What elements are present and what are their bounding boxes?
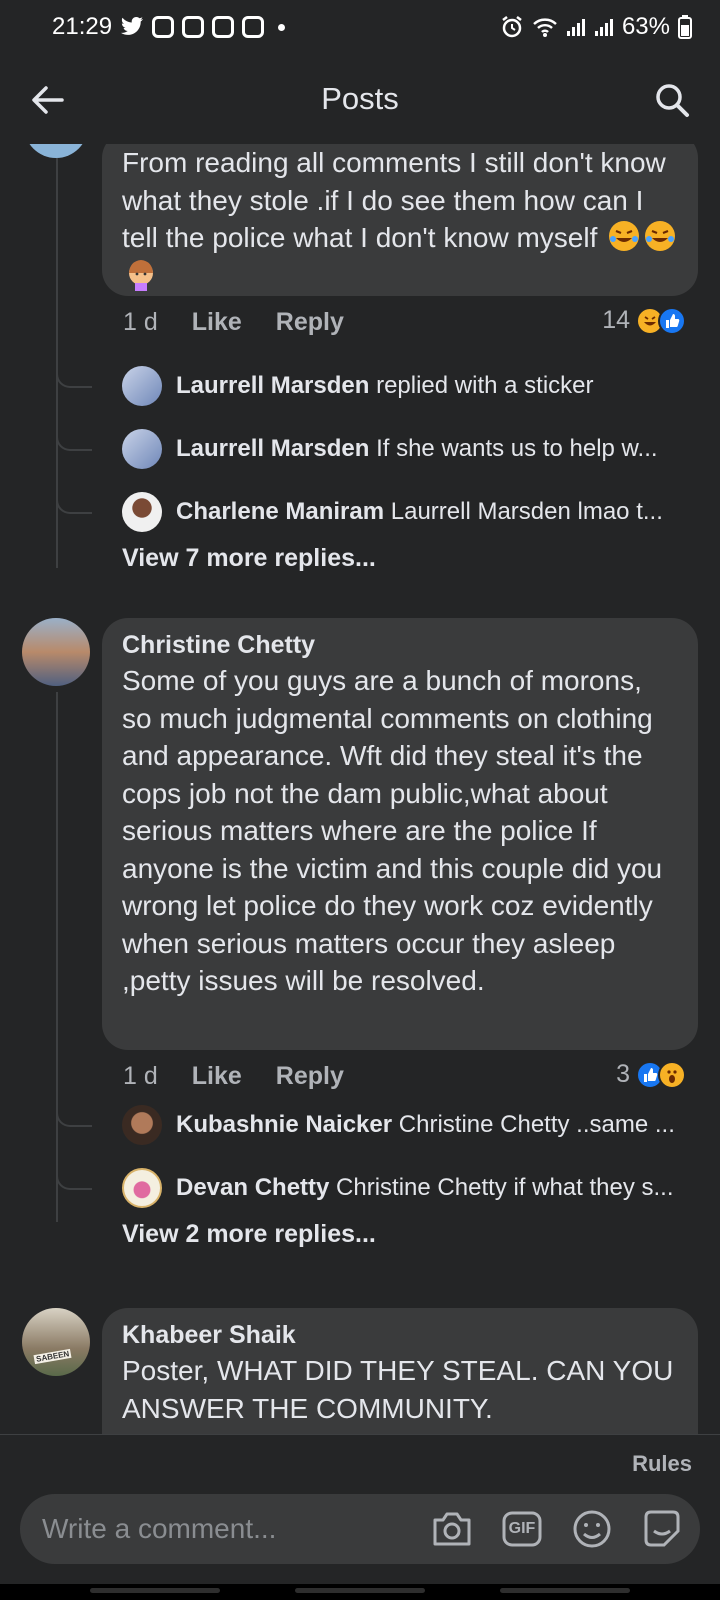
avatar-caption: SABEEN	[33, 1348, 72, 1365]
reply-text: Charlene Maniram Laurrell Marsden lmao t…	[176, 498, 663, 526]
composer-divider	[0, 1434, 720, 1435]
reply-author[interactable]: Kubashnie Naicker	[176, 1111, 392, 1138]
app-header: Posts	[0, 54, 720, 144]
reaction-summary[interactable]: 3	[616, 1060, 686, 1089]
reply-author[interactable]: Laurrell Marsden	[176, 372, 369, 399]
status-bar: 21:29 63%	[0, 0, 720, 54]
status-time: 21:29	[52, 13, 113, 40]
comment-author[interactable]: Khabeer Shaik	[122, 1318, 678, 1352]
notification-icon	[212, 16, 235, 38]
search-icon	[656, 84, 689, 117]
like-button[interactable]: Like	[192, 308, 242, 337]
reply-text: Devan Chetty Christine Chetty if what th…	[176, 1174, 674, 1202]
view-more-replies[interactable]: View 7 more replies...	[122, 544, 376, 573]
twitter-icon	[120, 17, 144, 37]
reaction-count: 3	[616, 1060, 630, 1088]
reply-snippet: Christine Chetty ..same ...	[398, 1111, 675, 1138]
comment-text: Some of you guys are a bunch of morons, …	[122, 665, 663, 996]
smiley-icon	[573, 1510, 611, 1548]
back-button[interactable]	[28, 80, 68, 120]
comment-actions: 1 d Like Reply	[123, 308, 344, 337]
comment-time: 1 d	[123, 1062, 158, 1090]
gif-button[interactable]: GIF	[498, 1505, 546, 1553]
rolling-laughing-emoji	[643, 219, 677, 253]
reply-text: Kubashnie Naicker Christine Chetty ..sam…	[176, 1111, 675, 1139]
rules-link[interactable]: Rules	[632, 1451, 692, 1477]
signal-icon	[594, 17, 614, 37]
reply-button[interactable]: Reply	[276, 308, 344, 337]
battery-percent: 63%	[621, 13, 670, 40]
battery-icon	[678, 15, 692, 39]
avatar[interactable]	[122, 366, 162, 406]
reply-snippet: replied with a sticker	[376, 372, 594, 399]
like-reaction-icon	[658, 306, 686, 335]
reply-preview[interactable]: Charlene Maniram Laurrell Marsden lmao t…	[122, 490, 692, 534]
avatar[interactable]	[122, 1105, 162, 1145]
reply-button[interactable]: Reply	[276, 1062, 344, 1091]
reply-snippet: Christine Chetty if what they s...	[336, 1174, 674, 1201]
facepalm-emoji	[124, 257, 158, 291]
reply-preview[interactable]: Devan Chetty Christine Chetty if what th…	[122, 1166, 692, 1210]
reaction-summary[interactable]: 14	[602, 306, 686, 335]
notification-icon	[242, 16, 265, 38]
alarm-icon	[500, 15, 524, 39]
comment-actions: 1 d Like Reply	[123, 1062, 344, 1091]
comment-input[interactable]	[42, 1513, 428, 1545]
thread-branch	[56, 492, 92, 514]
comment-author[interactable]: Christine Chetty	[122, 628, 678, 662]
reply-author[interactable]: Devan Chetty	[176, 1174, 329, 1201]
reply-preview[interactable]: Kubashnie Naicker Christine Chetty ..sam…	[122, 1103, 692, 1147]
reply-snippet: Laurrell Marsden lmao t...	[390, 498, 663, 525]
thread-branch	[56, 366, 92, 388]
sticker-button[interactable]	[638, 1505, 686, 1553]
camera-icon	[433, 1512, 471, 1546]
rolling-laughing-emoji	[607, 219, 641, 253]
sticker-icon	[644, 1510, 680, 1547]
wifi-icon	[532, 16, 558, 38]
page-title: Posts	[321, 81, 399, 116]
comment-text: Poster, WHAT DID THEY STEAL. CAN YOU ANS…	[122, 1355, 674, 1424]
notification-icon	[152, 16, 175, 38]
reply-snippet: If she wants us to help w...	[376, 435, 658, 462]
view-more-replies[interactable]: View 2 more replies...	[122, 1220, 376, 1249]
comment-time: 1 d	[123, 308, 158, 336]
reply-preview[interactable]: Laurrell Marsden replied with a sticker	[122, 364, 692, 408]
comments-feed[interactable]: From reading all comments I still don't …	[0, 144, 720, 1434]
comment-text: From reading all comments I still don't …	[122, 144, 678, 294]
avatar[interactable]	[122, 429, 162, 469]
avatar[interactable]	[122, 1168, 162, 1208]
thread-branch	[56, 1105, 92, 1127]
reply-preview[interactable]: Laurrell Marsden If she wants us to help…	[122, 427, 692, 471]
notification-icon	[182, 16, 205, 38]
reply-author[interactable]: Laurrell Marsden	[176, 435, 369, 462]
wow-reaction-icon	[658, 1060, 686, 1089]
like-button[interactable]: Like	[192, 1062, 242, 1091]
avatar[interactable]	[122, 492, 162, 532]
nav-handle[interactable]	[295, 1588, 425, 1593]
reply-author[interactable]: Charlene Maniram	[176, 498, 384, 525]
avatar[interactable]	[22, 618, 90, 686]
signal-icon	[566, 17, 586, 37]
comment-bubble[interactable]: Christine Chetty Some of you guys are a …	[102, 618, 698, 1050]
nav-handle[interactable]	[90, 1588, 220, 1593]
avatar[interactable]	[24, 144, 88, 158]
emoji-button[interactable]	[568, 1505, 616, 1553]
gif-label: GIF	[508, 1520, 536, 1537]
reaction-count: 14	[602, 306, 630, 334]
camera-button[interactable]	[428, 1505, 476, 1553]
comment-bubble[interactable]: Khabeer Shaik Poster, WHAT DID THEY STEA…	[102, 1308, 698, 1434]
thread-line	[56, 692, 58, 1222]
comment-bubble[interactable]: From reading all comments I still don't …	[102, 144, 698, 296]
more-notifications-dot	[278, 23, 286, 31]
thread-branch	[56, 1168, 92, 1190]
thread-branch	[56, 429, 92, 451]
arrow-left-icon	[32, 86, 64, 114]
avatar[interactable]: SABEEN	[22, 1308, 90, 1376]
search-button[interactable]	[652, 80, 692, 120]
reply-text: Laurrell Marsden replied with a sticker	[176, 372, 594, 400]
comment-composer: GIF	[20, 1494, 700, 1564]
reply-text: Laurrell Marsden If she wants us to help…	[176, 435, 658, 463]
nav-handle[interactable]	[500, 1588, 630, 1593]
